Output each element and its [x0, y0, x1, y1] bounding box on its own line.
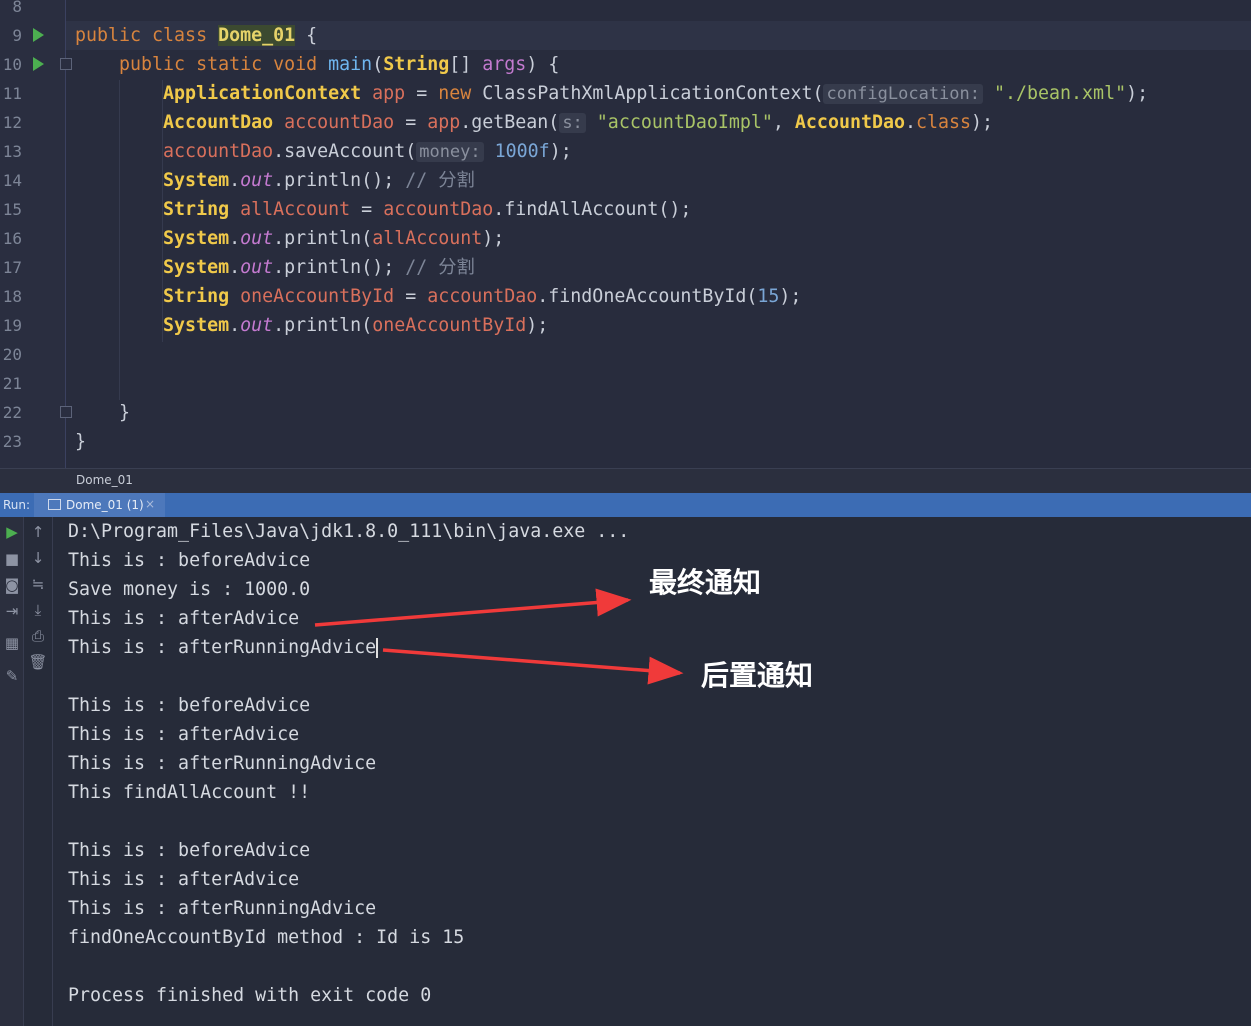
- arrow-final-advice: [314, 588, 632, 627]
- annotation-arrows: [314, 588, 684, 685]
- arrow-after-returning-advice: [382, 648, 684, 685]
- final-advice-annotation: 最终通知: [649, 566, 762, 599]
- after-returning-advice-annotation: 后置通知: [701, 659, 814, 692]
